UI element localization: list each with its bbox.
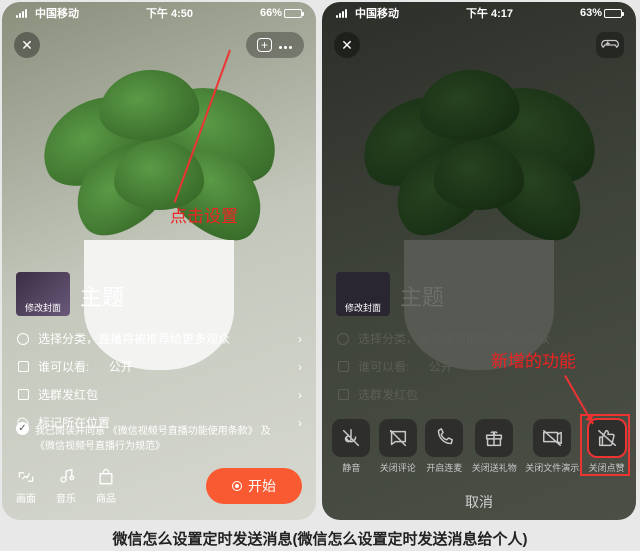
cover-thumbnail[interactable]: 修改封面 [336,272,390,316]
cancel-button[interactable]: 取消 [322,492,636,512]
tool-goods[interactable]: 商品 [96,467,116,505]
status-bar: 中国移动 下午 4:50 66% [2,2,316,24]
gamepad-button[interactable] [596,32,624,58]
annotation-arrow-left [174,50,231,203]
article-caption: 微信怎么设置定时发送消息(微信怎么设置定时发送消息给个人) [0,528,640,549]
tool-music[interactable]: 音乐 [56,467,76,505]
option-visibility[interactable]: 谁可以看: 公开› [16,358,302,375]
carrier-label: 中国移动 [35,5,79,21]
option-category[interactable]: 选择分类，直播将被推荐给更多观众› [16,330,302,347]
battery-pct: 66% [260,7,282,19]
battery-icon [604,9,622,18]
start-button[interactable]: 开始 [206,468,302,504]
grid-close-present[interactable]: 关闭文件演示 [525,419,579,474]
phone-right: 中国移动 下午 4:17 63% ✕ 修改封面 主题 [322,2,636,520]
phone-left: 中国移动 下午 4:50 66% ✕ + 点击 [2,2,316,520]
more-icon [278,36,293,54]
grid-close-comments[interactable]: 关闭评论 [379,419,417,474]
signal-icon [336,9,347,18]
clock: 下午 4:50 [146,5,193,21]
carrier-label: 中国移动 [355,5,399,21]
annotation-label-left: 点击设置 [170,202,238,227]
grid-mute[interactable]: 静音 [332,419,370,474]
clock: 下午 4:17 [466,5,513,21]
record-icon [232,481,242,491]
grid-open-lianmai[interactable]: 开启连麦 [425,419,463,474]
camera-preview [322,62,636,370]
grid-close-gifts[interactable]: 关闭送礼物 [472,419,517,474]
check-icon: ✓ [16,422,29,435]
camera-preview [2,62,316,370]
option-visibility: 谁可以看: 公开 [336,358,622,375]
more-pill[interactable]: + [246,32,304,58]
lock-icon [16,360,30,374]
tool-screen[interactable]: 画面 [16,467,36,505]
cover-thumbnail[interactable]: 修改封面 [16,272,70,316]
stream-title[interactable]: 主题 [80,280,124,312]
tag-icon [16,332,30,346]
add-icon: + [257,38,272,52]
agreement-row[interactable]: ✓ 我已阅读并同意 《微信视频号直播功能使用条款》 及 《微信视频号直播行为规范… [16,422,302,452]
option-redpacket[interactable]: 选群发红包› [16,386,302,403]
battery-icon [284,9,302,18]
close-button[interactable]: ✕ [334,32,360,58]
close-button[interactable]: ✕ [14,32,40,58]
stream-title: 主题 [400,280,444,312]
redpacket-icon [16,388,30,402]
option-category: 选择分类，直播将被推荐给更多观众 [336,330,622,347]
signal-icon [16,9,27,18]
annotation-label-right: 新增的功能 [491,347,576,372]
status-bar: 中国移动 下午 4:17 63% [322,2,636,24]
battery-pct: 63% [580,7,602,19]
bottom-toolbar: 画面 音乐 商品 开始 [2,462,316,510]
